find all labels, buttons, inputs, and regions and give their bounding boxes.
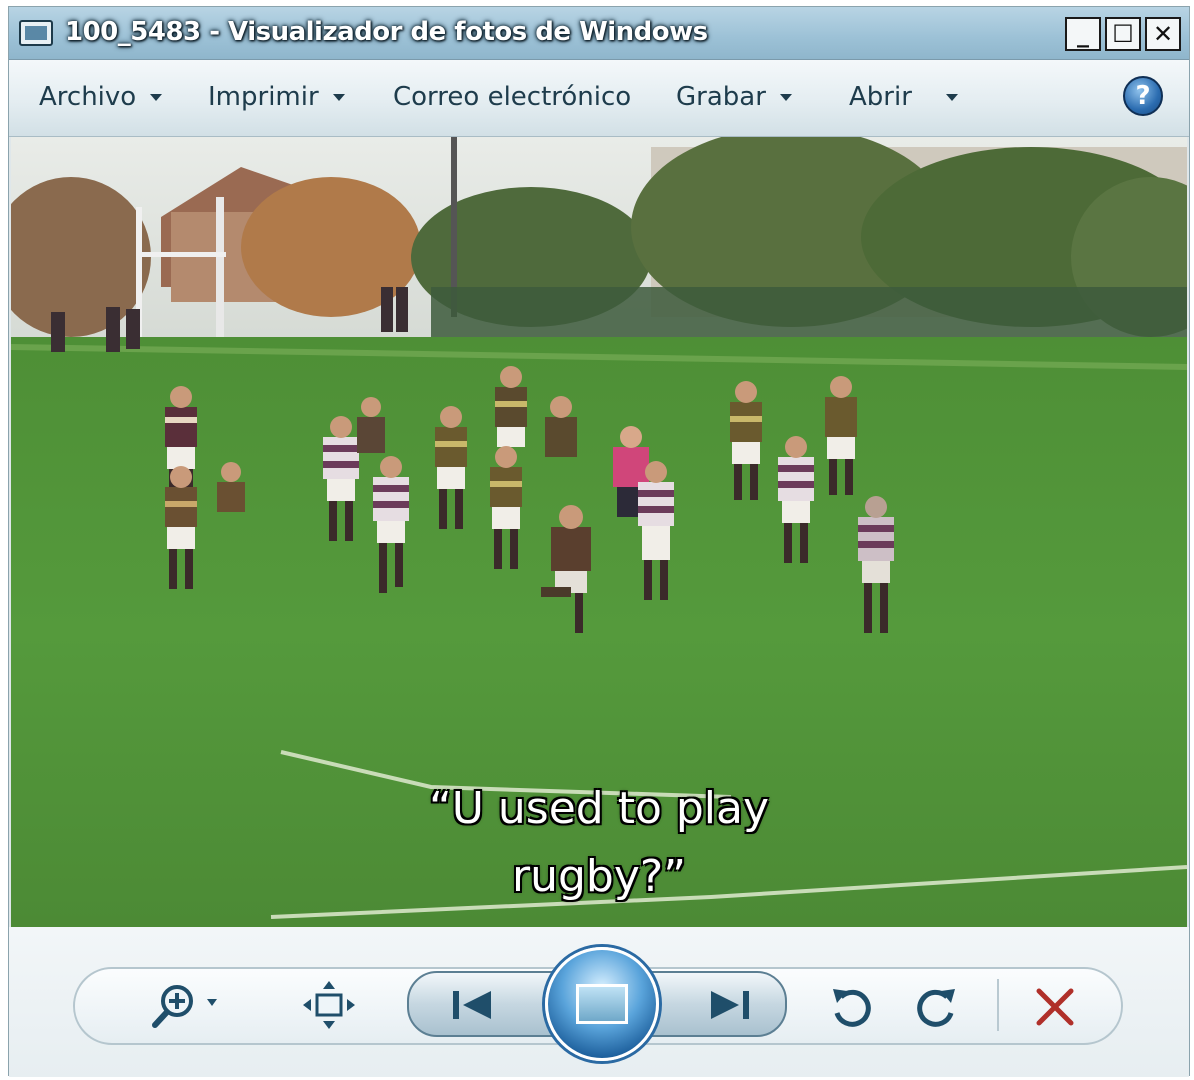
close-button[interactable]: ✕ — [1145, 17, 1181, 51]
maximize-button[interactable]: ☐ — [1105, 17, 1141, 51]
photo-display[interactable]: . “U used to play rugby?” — [11, 137, 1187, 927]
next-icon[interactable] — [697, 983, 757, 1027]
window-title: 100_5483 - Visualizador de fotos de Wind… — [65, 17, 708, 47]
title-bar[interactable]: 100_5483 - Visualizador de fotos de Wind… — [9, 7, 1189, 60]
menu-abrir[interactable]: Abrir — [849, 82, 958, 112]
minimize-button[interactable]: _ — [1065, 17, 1101, 51]
chevron-down-icon — [945, 93, 958, 101]
fit-window-icon[interactable] — [301, 979, 357, 1031]
chevron-down-icon — [332, 93, 345, 101]
menu-archivo[interactable]: Archivo — [39, 82, 163, 112]
menu-correo[interactable]: Correo electrónico — [393, 82, 631, 112]
chevron-down-icon — [150, 93, 163, 101]
zoom-icon[interactable] — [149, 979, 229, 1031]
photo-viewer-app-icon[interactable] — [19, 20, 53, 46]
toolbar-separator — [997, 979, 999, 1031]
delete-icon[interactable] — [1029, 981, 1081, 1033]
slideshow-button[interactable] — [545, 947, 659, 1061]
navigation-toolbar — [9, 927, 1189, 1077]
previous-icon[interactable] — [445, 983, 505, 1027]
menu-grabar[interactable]: Grabar — [676, 82, 792, 112]
window-controls: _ ☐ ✕ — [1065, 17, 1181, 51]
menu-imprimir[interactable]: Imprimir — [208, 82, 345, 112]
menu-correo-label: Correo electrónico — [393, 82, 632, 112]
rotate-left-icon[interactable] — [825, 981, 877, 1033]
slideshow-icon — [576, 984, 628, 1024]
menu-imprimir-label: Imprimir — [208, 82, 319, 112]
caption-line-2: rugby?” — [511, 851, 687, 902]
menu-abrir-label: Abrir — [849, 82, 912, 112]
caption-line-1: “U used to play — [428, 783, 770, 834]
menu-grabar-label: Grabar — [676, 82, 766, 112]
help-icon[interactable]: ? — [1123, 76, 1163, 116]
rotate-right-icon[interactable] — [911, 981, 963, 1033]
menu-archivo-label: Archivo — [39, 82, 137, 112]
photo-viewer-window: 100_5483 - Visualizador de fotos de Wind… — [8, 6, 1190, 1077]
menu-bar: Archivo Imprimir Correo electrónico Grab… — [9, 60, 1189, 188]
chevron-down-icon — [779, 93, 792, 101]
